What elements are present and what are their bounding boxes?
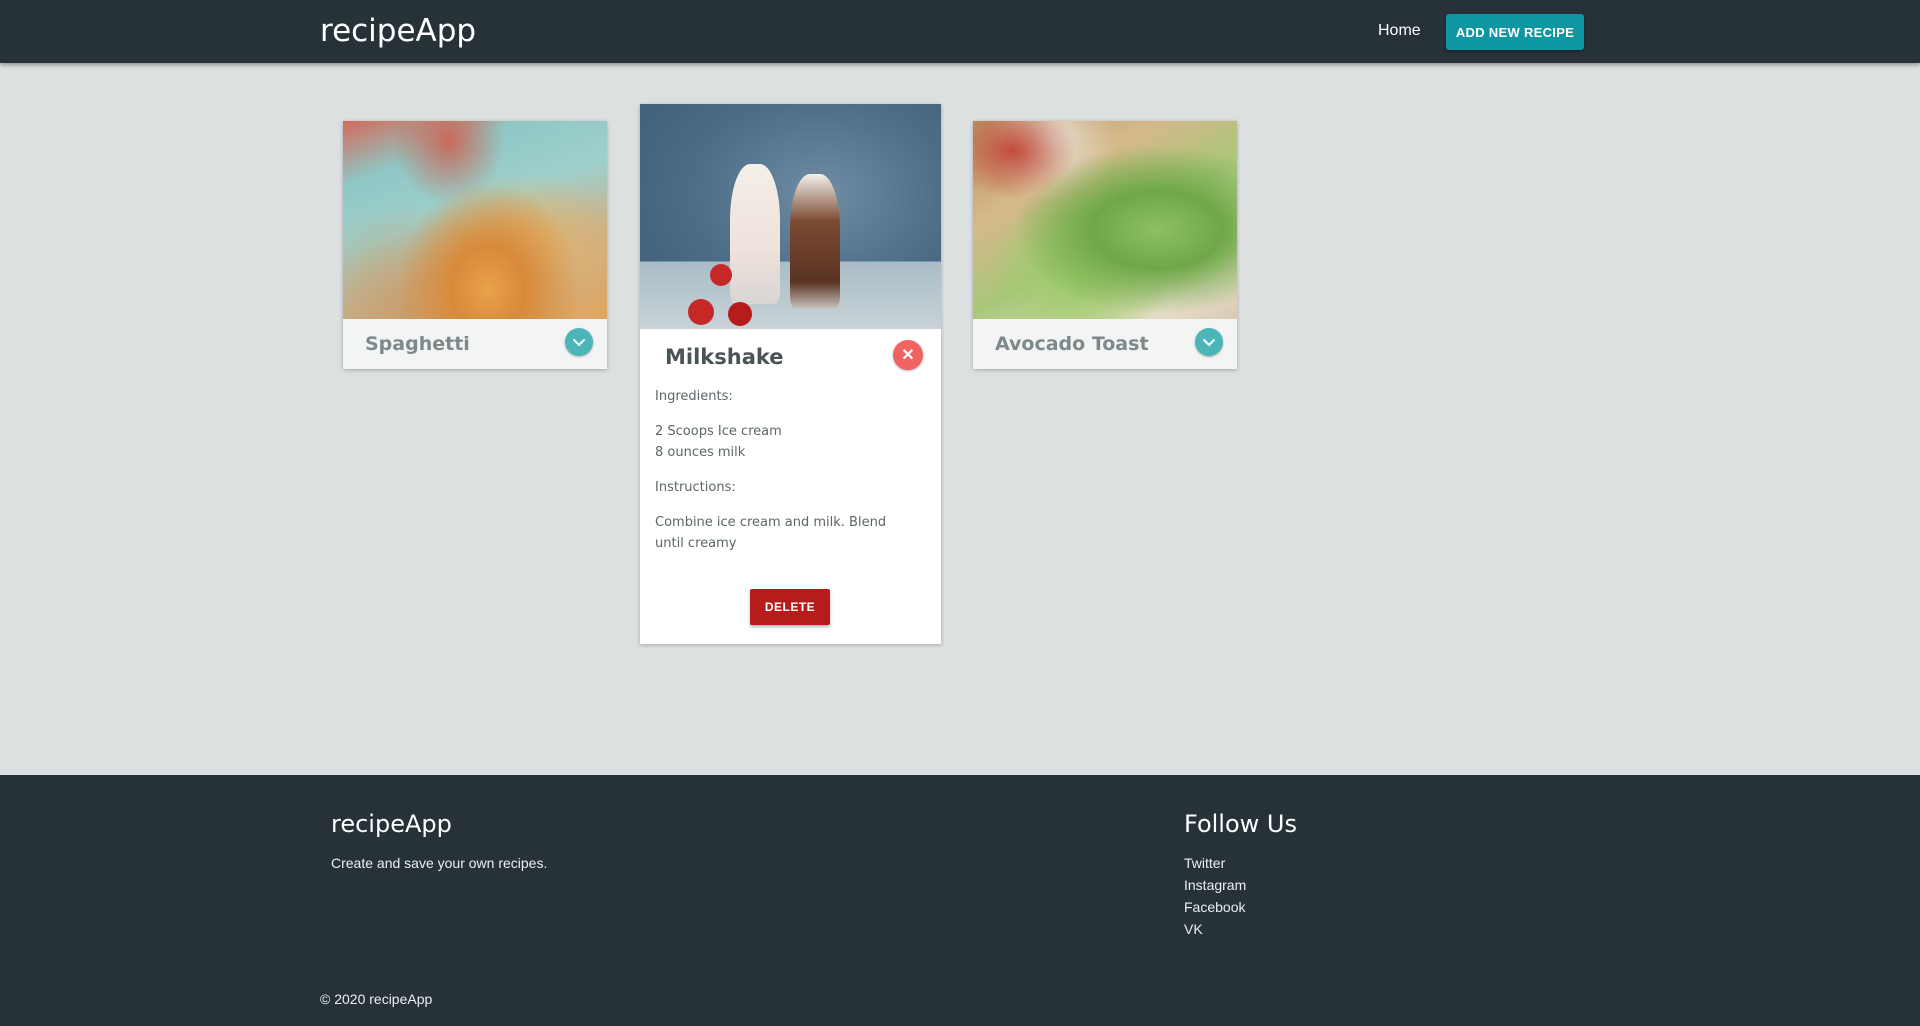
close-button[interactable]: ✕ <box>893 340 923 370</box>
recipe-card-avocado-toast[interactable]: Avocado Toast <box>973 121 1237 369</box>
instructions-label: Instructions: <box>655 480 736 495</box>
milkshake-photo <box>640 104 941 329</box>
social-link-vk[interactable]: VK <box>1184 921 1203 937</box>
social-link-twitter[interactable]: Twitter <box>1184 855 1225 871</box>
recipe-card-spaghetti[interactable]: Spaghetti <box>343 121 607 369</box>
ingredient-item: 2 Scoops Ice cream <box>655 424 782 439</box>
strawberry <box>710 264 732 286</box>
chocolate-shake-glass <box>790 174 840 309</box>
spaghetti-photo <box>343 121 607 319</box>
close-icon: ✕ <box>901 347 915 364</box>
chevron-down-icon <box>1202 338 1216 346</box>
chevron-down-icon <box>572 338 586 346</box>
nav-home-link[interactable]: Home <box>1378 22 1421 40</box>
ingredient-item: 8 ounces milk <box>655 445 746 460</box>
expand-button[interactable] <box>565 328 593 356</box>
strawberry-shake-glass <box>730 164 780 304</box>
avocado-toast-photo <box>973 121 1237 319</box>
navbar: recipeApp Home ADD NEW RECIPE <box>0 0 1920 63</box>
footer: recipeApp Create and save your own recip… <box>0 775 1920 1026</box>
brand-logo[interactable]: recipeApp <box>320 13 476 49</box>
social-link-facebook[interactable]: Facebook <box>1184 899 1245 915</box>
instructions-text: Combine ice cream and milk. Blend until … <box>655 515 887 551</box>
recipe-title: Avocado Toast <box>995 333 1149 355</box>
recipe-title: Milkshake <box>665 345 784 369</box>
social-link-instagram[interactable]: Instagram <box>1184 877 1246 893</box>
footer-brand: recipeApp <box>331 810 452 838</box>
copyright: © 2020 recipeApp <box>320 991 433 1007</box>
expand-button[interactable] <box>1195 328 1223 356</box>
recipe-card-milkshake[interactable]: Milkshake ✕ Ingredients: 2 Scoops Ice cr… <box>640 104 941 644</box>
add-new-recipe-button[interactable]: ADD NEW RECIPE <box>1446 14 1584 50</box>
recipe-title: Spaghetti <box>365 333 470 355</box>
strawberry <box>728 302 752 326</box>
follow-us-heading: Follow Us <box>1184 810 1297 838</box>
footer-tagline: Create and save your own recipes. <box>331 855 548 871</box>
delete-button[interactable]: DELETE <box>750 589 830 625</box>
ingredients-label: Ingredients: <box>655 389 733 404</box>
strawberry <box>688 299 714 325</box>
